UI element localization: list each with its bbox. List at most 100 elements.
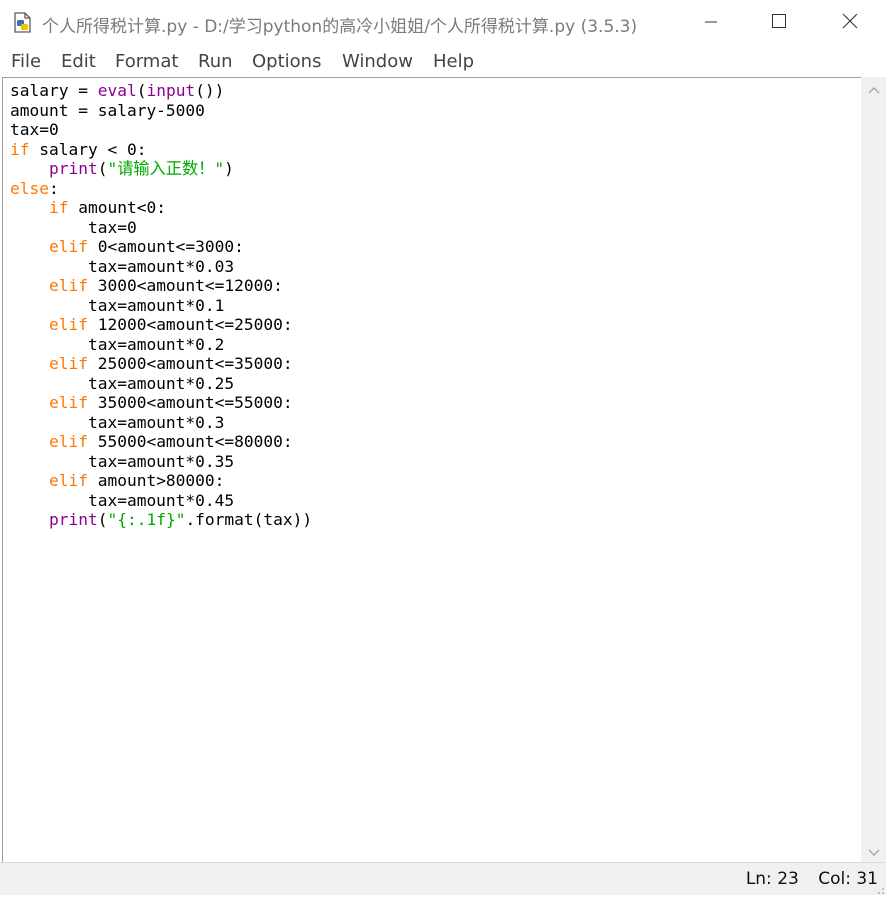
code-line[interactable]: elif 0<amount<=3000: [10,237,312,257]
code-token: 35000<amount<=55000: [87,393,293,412]
python-file-icon [12,12,34,34]
keyword-token: elif [48,315,88,334]
builtin-token: print [48,510,98,529]
column-number: Col: 31 [818,869,878,889]
code-token: tax=amount*0.35 [10,451,235,471]
code-line[interactable]: print("请输入正数！") [10,159,312,179]
scroll-down-arrow-icon [868,842,880,861]
code-token: 25000<amount<=35000: [87,354,293,373]
code-line[interactable]: tax=amount*0.45 [10,491,312,511]
code-line[interactable]: tax=amount*0.3 [10,413,312,433]
code-token: ( [97,159,108,178]
code-token: amount>80000: [87,471,225,490]
code-token: .format(tax)) [185,510,313,529]
scroll-up-button[interactable] [861,77,886,99]
menu-file[interactable]: File [11,51,41,72]
builtin-token: print [48,159,98,178]
code-line[interactable]: elif 25000<amount<=35000: [10,354,312,374]
code-token: tax=amount*0.25 [10,373,235,393]
code-token: salary = [10,81,98,100]
code-token: 12000<amount<=25000: [87,315,293,334]
minimize-button[interactable] [677,0,745,46]
code-token: ( [136,81,147,100]
maximize-icon [771,13,787,33]
code-line[interactable]: elif 3000<amount<=12000: [10,276,312,296]
code-line[interactable]: tax=amount*0.2 [10,335,312,355]
keyword-token: elif [48,393,88,412]
code-line[interactable]: tax=amount*0.1 [10,296,312,316]
code-token: ) [224,159,234,178]
menu-options[interactable]: Options [252,51,321,72]
title-bar[interactable]: 个人所得税计算.py - D:/学习python的高冷小姐姐/个人所得税计算.p… [0,0,886,46]
vertical-scrollbar[interactable] [861,77,886,862]
code-line[interactable]: print("{:.1f}".format(tax)) [10,510,312,530]
code-token: ( [97,510,108,529]
code-line[interactable]: tax=0 [10,120,312,140]
line-number: Ln: 23 [745,869,799,889]
keyword-token: elif [48,276,88,295]
code-token: tax=amount*0.2 [10,334,225,354]
keyword-token: else [10,178,49,198]
menu-format[interactable]: Format [115,51,178,72]
code-line[interactable]: elif 12000<amount<=25000: [10,315,312,335]
builtin-token: eval [97,81,137,100]
minimize-icon [704,14,718,33]
close-icon [842,13,858,33]
code-token: amount = salary-5000 [10,100,205,120]
menu-window[interactable]: Window [342,51,413,72]
code-token: salary < 0: [29,139,147,159]
code-line[interactable]: tax=amount*0.25 [10,374,312,394]
code-token: : [48,178,59,198]
cursor-position: Ln: 23 Col: 31 [732,869,878,889]
string-token: "{:.1f}" [107,510,186,529]
menu-help[interactable]: Help [433,51,474,72]
scroll-up-arrow-icon [868,79,880,98]
code-line[interactable]: salary = eval(input()) [10,81,312,101]
code-token: 0<amount<=3000: [87,237,244,256]
code-token: tax=amount*0.03 [10,256,235,276]
string-token: "请输入正数！" [107,159,225,178]
builtin-token: input [146,81,196,100]
code-line[interactable]: elif 35000<amount<=55000: [10,393,312,413]
keyword-token: if [48,198,69,217]
close-button[interactable] [816,0,884,46]
code-text-area[interactable]: salary = eval(input()) amount = salary-50… [10,81,312,530]
code-line[interactable]: if amount<0: [10,198,312,218]
menu-edit[interactable]: Edit [61,51,96,72]
code-token: amount<0: [68,198,166,217]
keyword-token: elif [48,237,88,256]
code-token: tax=amount*0.3 [10,412,225,432]
code-line[interactable]: tax=amount*0.03 [10,257,312,277]
resize-grip-icon[interactable] [872,881,886,895]
code-token: tax=0 [10,217,137,237]
window-title: 个人所得税计算.py - D:/学习python的高冷小姐姐/个人所得税计算.p… [42,17,638,37]
code-token: ()) [195,81,225,100]
maximize-button[interactable] [745,0,813,46]
keyword-token: elif [48,354,88,373]
status-bar: Ln: 23 Col: 31 [0,862,886,895]
keyword-token: if [10,139,30,159]
code-token: 3000<amount<=12000: [87,276,283,295]
scroll-down-button[interactable] [861,840,886,862]
code-line[interactable]: tax=0 [10,218,312,238]
code-line[interactable]: tax=amount*0.35 [10,452,312,472]
menu-run[interactable]: Run [198,51,233,72]
menu-bar: File Edit Format Run Options Window Help [0,46,886,76]
keyword-token: elif [48,471,88,490]
code-line[interactable]: elif amount>80000: [10,471,312,491]
code-token: tax=amount*0.1 [10,295,225,315]
code-token: tax=0 [10,120,59,139]
code-line[interactable]: elif 55000<amount<=80000: [10,432,312,452]
code-line[interactable]: if salary < 0: [10,140,312,160]
code-token: 55000<amount<=80000: [87,432,293,451]
code-line[interactable]: else: [10,179,312,199]
code-line[interactable]: amount = salary-5000 [10,101,312,121]
